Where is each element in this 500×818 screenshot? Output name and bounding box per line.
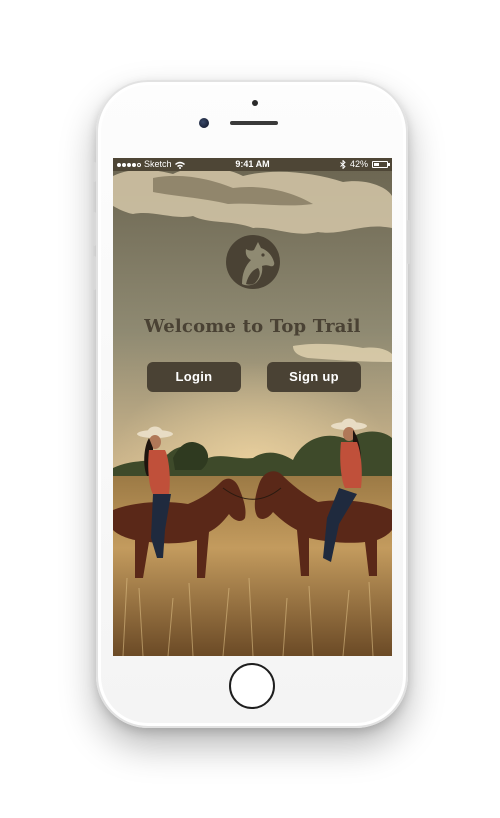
battery-icon <box>372 161 390 168</box>
battery-level-fill <box>374 163 380 166</box>
home-button[interactable] <box>229 663 275 709</box>
signup-button[interactable]: Sign up <box>267 362 361 392</box>
status-bar: Sketch 9:41 AM 42% <box>113 158 392 171</box>
horse-head-icon <box>226 235 280 289</box>
status-bar-right: 42% <box>340 158 390 171</box>
volume-down-button <box>93 256 96 290</box>
front-camera <box>199 118 209 128</box>
phone-screen: Sketch 9:41 AM 42% Welcome to Top Trail … <box>113 158 392 656</box>
volume-up-button <box>93 212 96 246</box>
proximity-sensor <box>252 100 258 106</box>
background-photo <box>113 158 392 656</box>
mute-switch <box>93 162 96 182</box>
battery-percent: 42% <box>349 159 368 169</box>
mockup-stage: Sketch 9:41 AM 42% Welcome to Top Trail … <box>0 0 500 818</box>
login-button[interactable]: Login <box>147 362 241 392</box>
earpiece-speaker <box>230 121 278 125</box>
welcome-heading: Welcome to Top Trail <box>144 316 361 337</box>
power-button <box>407 220 410 264</box>
bluetooth-icon <box>340 160 346 169</box>
